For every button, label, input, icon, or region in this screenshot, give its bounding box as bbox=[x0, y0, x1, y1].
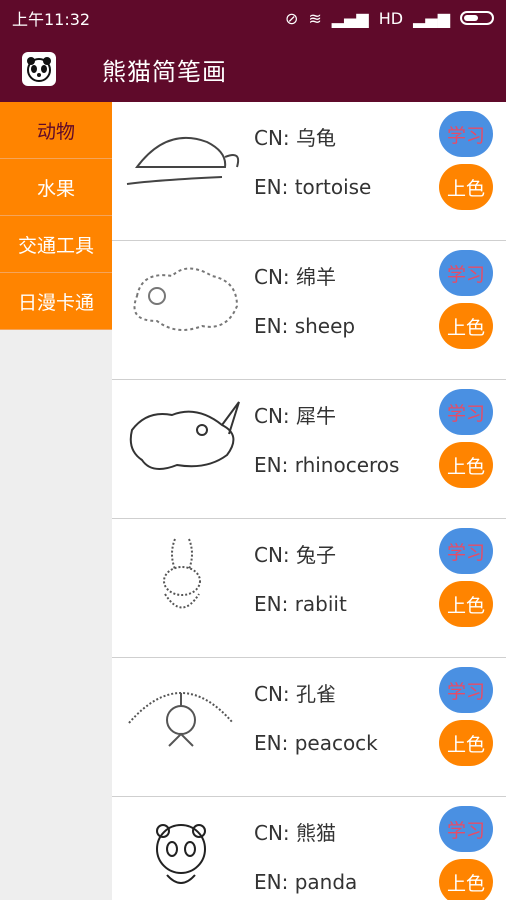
signal-icon: ▂▄▆ bbox=[331, 8, 369, 28]
rhino-icon bbox=[129, 401, 240, 470]
learn-button[interactable]: 学习 bbox=[439, 250, 493, 296]
cn-label: CN: 绵羊 bbox=[254, 265, 337, 289]
cn-label: CN: 乌龟 bbox=[254, 126, 337, 150]
learn-button[interactable]: 学习 bbox=[439, 111, 493, 157]
sheep-icon bbox=[133, 267, 239, 331]
page-title: 熊猫简笔画 bbox=[102, 57, 227, 86]
rabbit-icon bbox=[163, 538, 201, 609]
status-time: 上午11:32 bbox=[12, 10, 91, 29]
color-button[interactable]: 上色 bbox=[439, 859, 493, 900]
cn-label: CN: 犀牛 bbox=[254, 404, 337, 428]
en-label: EN: rabiit bbox=[254, 592, 347, 616]
sidebar: 动物 水果 交通工具 日漫卡通 bbox=[0, 102, 112, 900]
list-item[interactable]: CN: 犀牛 EN: rhinoceros 学习 上色 bbox=[112, 380, 506, 519]
color-button[interactable]: 上色 bbox=[439, 164, 493, 210]
en-label: EN: sheep bbox=[254, 314, 356, 338]
sidebar-item-vehicles[interactable]: 交通工具 bbox=[0, 216, 112, 273]
en-label: EN: tortoise bbox=[254, 175, 372, 199]
list-item[interactable]: CN: 绵羊 EN: sheep 学习 上色 bbox=[112, 241, 506, 380]
cn-label: CN: 熊猫 bbox=[254, 821, 337, 845]
list-item[interactable]: CN: 熊猫 EN: panda 学习 上色 bbox=[112, 797, 506, 900]
sidebar-item-fruits[interactable]: 水果 bbox=[0, 159, 112, 216]
sidebar-item-anime[interactable]: 日漫卡通 bbox=[0, 273, 112, 330]
panda-icon bbox=[156, 824, 206, 884]
panda-icon bbox=[22, 52, 56, 86]
peacock-icon bbox=[128, 692, 234, 747]
battery-icon bbox=[460, 11, 494, 25]
list-item[interactable]: CN: 乌龟 EN: tortoise 学习 上色 bbox=[112, 102, 506, 241]
app-bar: 熊猫简笔画 bbox=[0, 36, 506, 102]
en-label: EN: rhinoceros bbox=[254, 453, 400, 477]
status-icons: ⊘ ≋ ▂▄▆ HD ▂▄▆ bbox=[285, 9, 494, 28]
cn-label: CN: 兔子 bbox=[254, 543, 337, 567]
sidebar-item-animals[interactable]: 动物 bbox=[0, 102, 112, 159]
learn-button[interactable]: 学习 bbox=[439, 667, 493, 713]
wifi-icon: ≋ bbox=[308, 8, 322, 28]
list-item[interactable]: CN: 孔雀 EN: peacock 学习 上色 bbox=[112, 658, 506, 797]
network-type: HD bbox=[378, 8, 404, 28]
color-button[interactable]: 上色 bbox=[439, 581, 493, 627]
drawing-list[interactable]: CN: 乌龟 EN: tortoise 学习 上色 CN: 绵羊 EN: she… bbox=[112, 102, 506, 900]
status-bar: 上午11:32 ⊘ ≋ ▂▄▆ HD ▂▄▆ bbox=[0, 0, 506, 36]
tortoise-icon bbox=[126, 136, 240, 185]
color-button[interactable]: 上色 bbox=[439, 303, 493, 349]
en-label: EN: panda bbox=[254, 870, 358, 894]
color-button[interactable]: 上色 bbox=[439, 720, 493, 766]
learn-button[interactable]: 学习 bbox=[439, 806, 493, 852]
learn-button[interactable]: 学习 bbox=[439, 528, 493, 574]
signal-icon-2: ▂▄▆ bbox=[413, 8, 450, 28]
mute-icon: ⊘ bbox=[284, 8, 299, 28]
en-label: EN: peacock bbox=[254, 731, 378, 755]
learn-button[interactable]: 学习 bbox=[439, 389, 493, 435]
color-button[interactable]: 上色 bbox=[439, 442, 493, 488]
list-item[interactable]: CN: 兔子 EN: rabiit 学习 上色 bbox=[112, 519, 506, 658]
cn-label: CN: 孔雀 bbox=[254, 682, 337, 706]
